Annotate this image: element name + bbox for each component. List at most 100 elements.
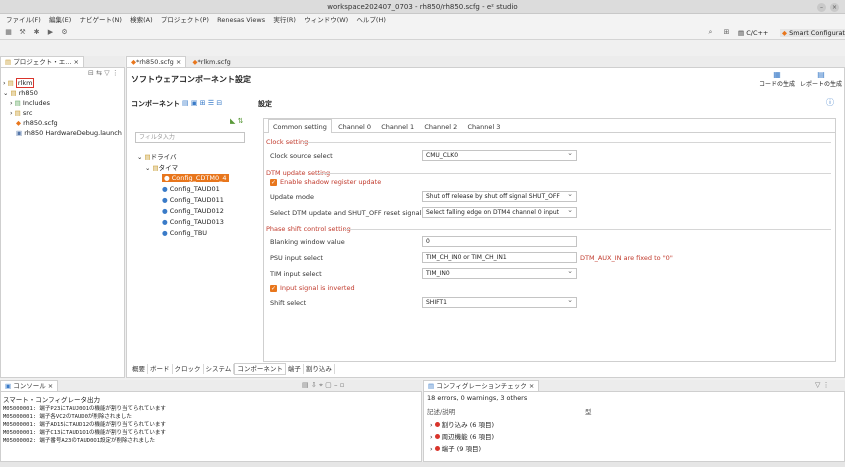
tab-clock[interactable]: クロック <box>173 364 204 374</box>
minimize-panel-icon[interactable]: – <box>334 381 338 389</box>
tab-common-setting[interactable]: Common setting <box>268 119 332 133</box>
filter-icon[interactable]: ▽ <box>815 381 820 389</box>
tab-interrupts[interactable]: 割り込み <box>304 364 335 374</box>
tab-channel-2[interactable]: Channel 2 <box>420 120 461 131</box>
tree-item-rh850[interactable]: ⌄ ▤ rh850 <box>3 89 38 97</box>
inverted-checkbox[interactable]: ✓ <box>270 285 277 292</box>
filter-input[interactable]: フィルタ入力 <box>135 132 245 143</box>
scroll-lock-icon[interactable]: ⇩ <box>311 381 317 389</box>
tree-item-src[interactable]: › ▤ src <box>10 109 32 117</box>
tree-item-includes[interactable]: › ▤ Includes <box>10 99 50 107</box>
menu-navigate[interactable]: ナビゲート(N) <box>79 14 121 26</box>
maximize-panel-icon[interactable]: ▫ <box>340 381 345 389</box>
menu-project[interactable]: プロジェクト(P) <box>161 14 209 26</box>
display-console-icon[interactable]: ▢ <box>325 381 332 389</box>
minimize-button[interactable]: – <box>817 3 826 12</box>
save-icon[interactable]: ▦ <box>4 28 13 37</box>
info-icon[interactable]: ⓘ <box>826 97 834 108</box>
tab-overview[interactable]: 概要 <box>130 364 148 374</box>
pin-console-icon[interactable]: ⌖ <box>319 381 323 389</box>
generate-code-button[interactable]: ▦ コードの生成 <box>752 70 802 88</box>
blanking-input[interactable]: 0 <box>422 236 577 247</box>
list-view-icon[interactable]: ☰ <box>208 99 214 107</box>
check-item-pins[interactable]: › 端子 (9 項目) <box>430 443 481 453</box>
tree-config-taud013[interactable]: ● Config_TAUD013 <box>162 218 224 226</box>
scfg-file-icon: ◆ <box>16 119 21 127</box>
tab-channel-1[interactable]: Channel 1 <box>377 120 418 131</box>
inverted-label: Input signal is inverted <box>280 284 355 292</box>
collapse-icon[interactable]: ◣ <box>230 117 235 125</box>
tree-view-icon[interactable]: ⊟ <box>216 99 222 107</box>
menu-renesas-views[interactable]: Renesas Views <box>217 14 265 26</box>
tab-project-explorer[interactable]: ▤ プロジェクト・エ... × <box>0 56 84 67</box>
tab-rh850-scfg[interactable]: ◆*rh850.scfg × <box>126 56 187 67</box>
console-toolbar: ▤ ⇩ ⌖ ▢ – ▫ <box>302 381 345 390</box>
generate-report-button[interactable]: ▤ レポートの生成 <box>796 70 845 88</box>
menu-file[interactable]: ファイル(F) <box>6 14 41 26</box>
tree-config-taud01[interactable]: ● Config_TAUD01 <box>162 185 220 193</box>
check-item-peripherals[interactable]: › 周辺機能 (6 項目) <box>430 431 494 441</box>
tree-timer[interactable]: ⌄ ▤タイマ <box>145 162 178 172</box>
tab-channel-3[interactable]: Channel 3 <box>464 120 505 131</box>
menu-edit[interactable]: 編集(E) <box>49 14 71 26</box>
update-mode-select[interactable]: Shut off release by shut off signal SHUT… <box>422 191 577 202</box>
tree-driver[interactable]: ⌄ ▤ドライバ <box>137 151 177 161</box>
tab-system[interactable]: システム <box>204 364 235 374</box>
tab-rlkm-scfg[interactable]: ◆*rlkm.scfg <box>189 57 235 68</box>
open-perspective-icon[interactable]: ⊞ <box>722 28 731 37</box>
console-line: M05000001: 端子各VC2のTAUD0が削除されました <box>3 414 132 420</box>
add-component-icon[interactable]: ▤ <box>182 99 189 107</box>
config-check-tabbar: ▤ コンフィグレーションチェック × <box>423 380 845 392</box>
run-icon[interactable]: ▶ <box>46 28 55 37</box>
shift-select[interactable]: SHIFT1 <box>422 297 577 308</box>
project-icon: ▤ <box>7 79 14 87</box>
collapse-all-icon[interactable]: ⊟ <box>88 69 94 77</box>
search-icon[interactable]: ⌕ <box>706 28 715 37</box>
view-menu-icon[interactable]: ⋮ <box>112 69 119 77</box>
check-item-interrupts[interactable]: › 割り込み (6 項目) <box>430 419 494 429</box>
tree-config-taud011[interactable]: ● Config_TAUD011 <box>162 196 224 204</box>
blanking-label: Blanking window value <box>270 238 345 246</box>
col-description: 記述/説明 <box>427 408 456 416</box>
build-icon[interactable]: ⚒ <box>18 28 27 37</box>
tab-board[interactable]: ボード <box>148 364 173 374</box>
perspective-cc[interactable]: ▤ C/C++ <box>738 29 768 37</box>
tree-item-launch[interactable]: ▣ rh850 HardwareDebug.launch <box>16 129 122 137</box>
console-line: M05000001: 端子AD15にTAUD12の機能が割り当てられています <box>3 422 166 428</box>
tab-config-check[interactable]: ▤ コンフィグレーションチェック × <box>423 380 540 391</box>
explorer-toolbar: ⊟ ⇆ ▽ ⋮ <box>88 69 119 77</box>
tim-input-select[interactable]: TIM_IN0 <box>422 268 577 279</box>
menu-help[interactable]: ヘルプ(H) <box>356 14 385 26</box>
shadow-update-checkbox[interactable]: ✓ <box>270 179 277 186</box>
tree-config-tbu[interactable]: ● Config_TBU <box>162 229 207 237</box>
menu-window[interactable]: ウィンドウ(W) <box>304 14 348 26</box>
tools-icon[interactable]: ⚙ <box>60 28 69 37</box>
tab-console[interactable]: ▣ コンソール × <box>0 380 59 391</box>
psu-input[interactable]: TIM_CH_IN0 or TIM_CH_IN1 <box>422 252 577 263</box>
menu-search[interactable]: 検索(A) <box>130 14 153 26</box>
sort-icon[interactable]: ⇅ <box>238 117 244 125</box>
debug-icon[interactable]: ✱ <box>32 28 41 37</box>
tree-config-taud012[interactable]: ● Config_TAUD012 <box>162 207 224 215</box>
link-editor-icon[interactable]: ⇆ <box>96 69 102 77</box>
setting-tabbar: Common setting Channel 0 Channel 1 Chann… <box>264 119 835 133</box>
tab-pins[interactable]: 端子 <box>286 364 304 374</box>
menu-run[interactable]: 実行(R) <box>273 14 296 26</box>
tab-channel-0[interactable]: Channel 0 <box>334 120 375 131</box>
tree-item-scfg[interactable]: ◆ rh850.scfg <box>16 119 58 127</box>
close-button[interactable]: × <box>830 3 839 12</box>
clock-source-select[interactable]: CMU_CLK0 <box>422 150 577 161</box>
clear-console-icon[interactable]: ▤ <box>302 381 309 389</box>
tree-item-rlkm[interactable]: › ▤ rlkm <box>3 78 35 88</box>
expand-icon[interactable]: ⊞ <box>200 99 206 107</box>
tree-config-cdtm0-4[interactable]: ● Config_CDTM0_4 <box>162 174 229 182</box>
filter-icon[interactable]: ▽ <box>104 69 109 77</box>
perspective-smart-configurator[interactable]: ◆ Smart Configurator <box>780 29 845 37</box>
view-menu-icon[interactable]: ⋮ <box>823 381 830 389</box>
tab-components[interactable]: コンポーネント <box>234 363 286 375</box>
generate-report-icon: ▤ <box>817 70 825 79</box>
shift-label: Shift select <box>270 299 307 307</box>
console-icon: ▣ <box>5 382 12 390</box>
remove-component-icon[interactable]: ▣ <box>191 99 198 107</box>
dtm-reset-select[interactable]: Select falling edge on DTM4 channel 0 in… <box>422 207 577 218</box>
